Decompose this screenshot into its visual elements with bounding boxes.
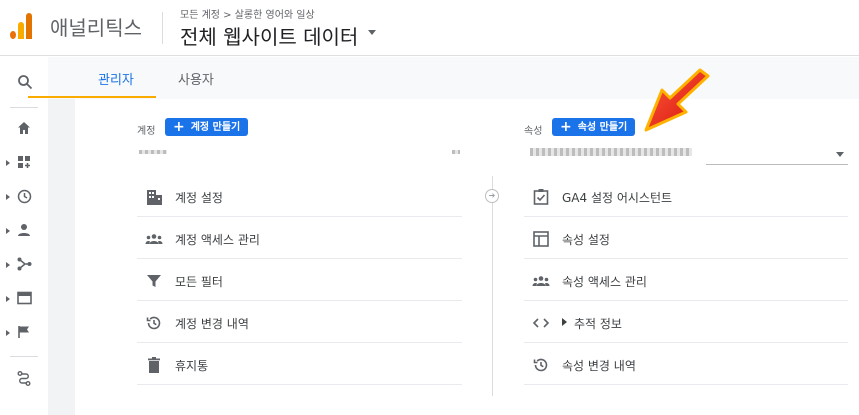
property-selector-underline [706, 164, 848, 165]
history-icon [146, 316, 161, 330]
account-change-history-label: 계정 변경 내역 [175, 317, 249, 331]
building-icon [147, 190, 162, 205]
rail-realtime[interactable] [0, 180, 48, 214]
account-column-label: 계정 [137, 126, 156, 137]
property-settings-item[interactable]: 속성 설정 [524, 218, 848, 259]
people-icon [145, 234, 163, 244]
rail-home[interactable] [0, 112, 48, 146]
header-divider [162, 12, 163, 44]
all-filters-label: 모든 필터 [175, 275, 223, 289]
checkbox-icon [533, 189, 549, 205]
ga4-setup-assistant-label: GA4 설정 어시스턴트 [562, 191, 673, 205]
chevron-down-icon[interactable] [368, 30, 376, 35]
account-settings-item[interactable]: 계정 설정 [137, 176, 462, 217]
tab-bar: 관리자 사용자 [48, 57, 859, 99]
app-brand[interactable]: 애널리틱스 [50, 12, 142, 41]
rail-audience[interactable] [0, 214, 48, 248]
breadcrumb[interactable]: 모든 계정 > 살롱한 영어와 일상 [180, 6, 315, 21]
acquisition-icon [17, 257, 32, 271]
behavior-icon [17, 291, 32, 305]
home-icon [18, 122, 30, 134]
account-settings-label: 계정 설정 [175, 191, 223, 205]
trash-icon [148, 357, 160, 373]
account-change-history-item[interactable]: 계정 변경 내역 [137, 302, 462, 343]
create-property-label: 속성 만들기 [577, 122, 628, 133]
account-selector-value[interactable] [139, 150, 167, 154]
property-selector-value[interactable] [530, 148, 692, 156]
create-account-label: 계정 만들기 [190, 122, 241, 133]
plus-icon: + [560, 119, 572, 135]
ga4-setup-assistant-item[interactable]: GA4 설정 어시스턴트 [524, 176, 848, 217]
left-nav-rail [0, 57, 48, 415]
dashboard-icon [18, 156, 30, 168]
attribution-icon [17, 371, 31, 386]
rail-customization[interactable] [0, 146, 48, 180]
property-column-label: 속성 [524, 126, 543, 137]
annotation-arrow-icon [644, 68, 710, 132]
rail-search[interactable] [0, 65, 48, 99]
tab-admin[interactable]: 관리자 [98, 69, 134, 88]
filter-icon [147, 275, 161, 287]
rail-conversions[interactable] [0, 316, 48, 350]
view-selector-title[interactable]: 전체 웹사이트 데이터 [180, 21, 358, 50]
property-change-history-label: 속성 변경 내역 [562, 359, 636, 373]
plus-icon: + [173, 119, 185, 135]
window-icon [533, 231, 549, 247]
tracking-info-item[interactable]: 추적 정보 [524, 302, 848, 343]
expand-triangle-icon[interactable] [562, 318, 567, 326]
active-tab-indicator [28, 96, 156, 98]
trash-label: 휴지통 [175, 359, 209, 373]
property-access-label: 속성 액세스 관리 [562, 275, 647, 289]
all-filters-item[interactable]: 모든 필터 [137, 260, 462, 301]
history-icon [533, 358, 548, 372]
column-divider [492, 176, 493, 396]
analytics-logo-icon[interactable] [10, 13, 34, 39]
create-account-button[interactable]: + 계정 만들기 [165, 118, 249, 136]
code-icon [532, 318, 550, 328]
trash-item[interactable]: 휴지통 [137, 344, 462, 385]
chevron-down-icon[interactable] [836, 152, 844, 157]
arrow-right-icon: ➔ [485, 189, 499, 203]
rail-divider [10, 107, 38, 108]
realtime-icon [17, 189, 32, 204]
property-access-item[interactable]: 속성 액세스 관리 [524, 260, 848, 301]
tab-user[interactable]: 사용자 [178, 69, 214, 88]
account-access-label: 계정 액세스 관리 [175, 233, 260, 247]
rail-acquisition[interactable] [0, 248, 48, 282]
conversions-icon [18, 326, 29, 338]
search-icon [18, 75, 33, 90]
app-header: 애널리틱스 모든 계정 > 살롱한 영어와 일상 전체 웹사이트 데이터 [0, 0, 859, 56]
tracking-info-label: 추적 정보 [574, 317, 622, 331]
audience-icon [18, 224, 30, 236]
account-access-item[interactable]: 계정 액세스 관리 [137, 218, 462, 259]
rail-behavior[interactable] [0, 282, 48, 316]
property-change-history-item[interactable]: 속성 변경 내역 [524, 344, 848, 385]
property-settings-label: 속성 설정 [562, 233, 610, 247]
people-icon [532, 276, 550, 286]
rail-attribution[interactable] [0, 362, 48, 396]
content-gutter [48, 99, 75, 415]
rail-divider [10, 356, 38, 357]
create-property-button[interactable]: + 속성 만들기 [552, 118, 636, 136]
account-selector-caret[interactable] [452, 150, 460, 154]
